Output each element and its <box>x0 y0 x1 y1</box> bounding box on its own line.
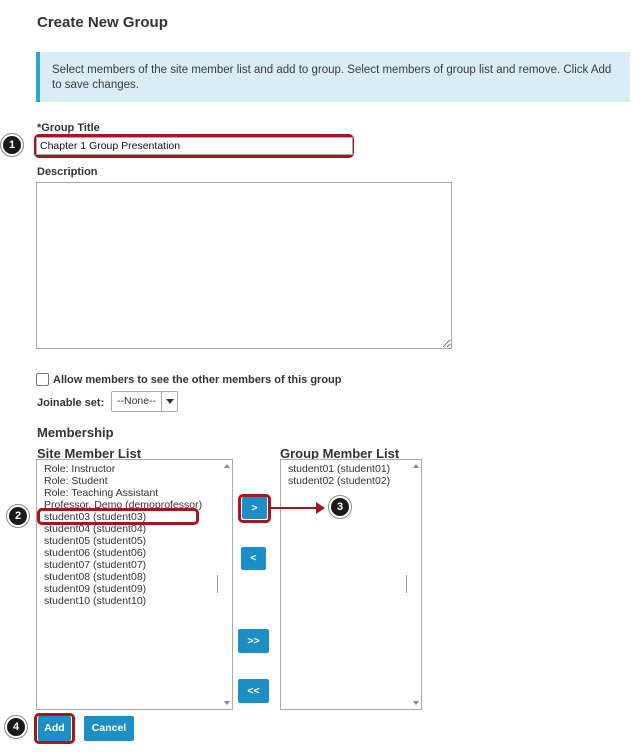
site-member-list[interactable]: Role: Instructor Role: Student Role: Tea… <box>36 459 233 710</box>
list-item[interactable]: student09 (student09) <box>44 583 146 595</box>
group-title-label: *Group Title <box>37 122 100 134</box>
add-all-button[interactable]: >> <box>238 629 269 653</box>
info-message: Select members of the site member list a… <box>36 52 630 102</box>
joinable-set-value: --None-- <box>117 395 157 407</box>
chevron-down-icon <box>161 392 177 411</box>
info-text: Select members of the site member list a… <box>52 64 612 91</box>
scroll-up-icon[interactable] <box>413 464 419 468</box>
list-item[interactable]: student08 (student08) <box>44 571 146 583</box>
remove-all-button[interactable]: << <box>238 679 269 703</box>
list-item[interactable]: student10 (student10) <box>44 595 146 607</box>
list-item[interactable]: student05 (student05) <box>44 535 146 547</box>
add-selected-button[interactable]: > <box>242 497 267 519</box>
callout-badge: 2 <box>7 505 29 527</box>
membership-heading: Membership <box>37 425 114 440</box>
list-item[interactable]: Role: Instructor <box>44 463 115 475</box>
list-item[interactable]: student02 (student02) <box>288 475 390 487</box>
description-textarea[interactable] <box>36 182 452 349</box>
scroll-down-icon[interactable] <box>224 701 230 705</box>
list-item[interactable]: student07 (student07) <box>44 559 146 571</box>
cancel-button[interactable]: Cancel <box>84 716 134 741</box>
description-label: Description <box>37 166 98 178</box>
page-title: Create New Group <box>37 14 168 31</box>
allow-members-label: Allow members to see the other members o… <box>53 374 342 386</box>
joinable-set-select[interactable]: --None-- <box>111 391 178 412</box>
scrollbar-thumb[interactable] <box>217 575 218 593</box>
list-item[interactable]: student01 (student01) <box>288 463 390 475</box>
scroll-up-icon[interactable] <box>224 464 230 468</box>
arrow-right-icon <box>316 502 325 514</box>
list-item[interactable]: student06 (student06) <box>44 547 146 559</box>
annotation-highlight-student03 <box>37 508 199 525</box>
annotation-arrow <box>271 507 317 509</box>
callout-badge: 4 <box>5 716 27 738</box>
group-member-list[interactable]: student01 (student01) student02 (student… <box>280 459 422 710</box>
callout-badge: 1 <box>1 134 23 156</box>
scrollbar-thumb[interactable] <box>406 575 407 593</box>
callout-badge: 3 <box>329 496 351 518</box>
joinable-set-label: Joinable set: <box>37 397 105 409</box>
remove-selected-button[interactable]: < <box>241 547 266 570</box>
group-title-input[interactable] <box>36 137 353 155</box>
allow-members-checkbox[interactable] <box>36 373 49 386</box>
scroll-down-icon[interactable] <box>413 701 419 705</box>
add-button[interactable]: Add <box>38 716 71 741</box>
list-item[interactable]: Role: Student <box>44 475 108 487</box>
list-item[interactable]: Role: Teaching Assistant <box>44 487 158 499</box>
